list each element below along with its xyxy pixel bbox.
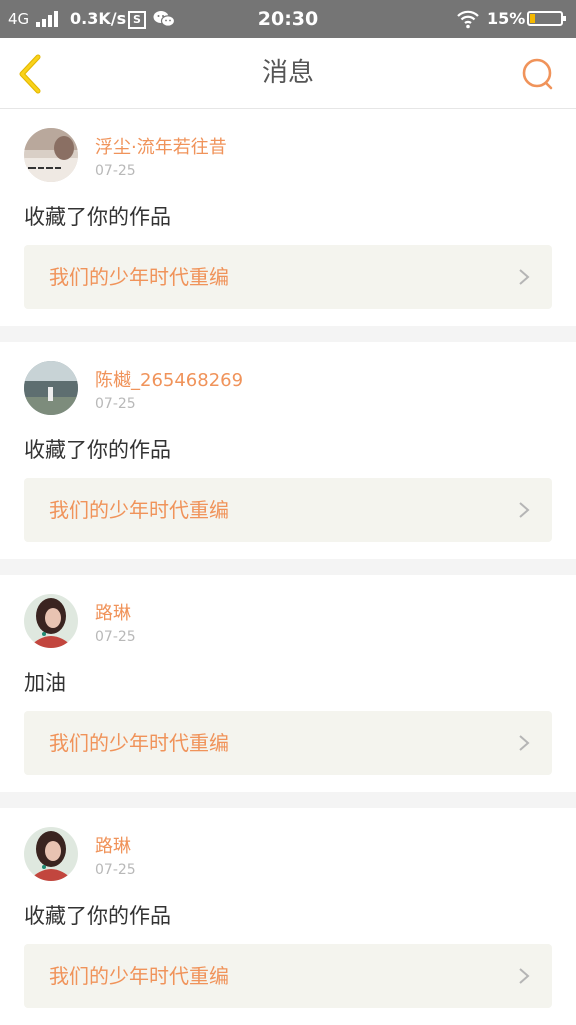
work-link[interactable]: 我们的少年时代重编: [24, 245, 552, 309]
username[interactable]: 路琳: [95, 599, 131, 625]
message-date: 07-25: [95, 629, 136, 645]
avatar[interactable]: [24, 128, 78, 182]
chevron-right-icon: [519, 735, 530, 751]
search-icon[interactable]: [520, 56, 556, 92]
work-title: 我们的少年时代重编: [49, 265, 229, 289]
message-list: 浮尘·流年若往昔 07-25 收藏了你的作品 我们的少年时代重编 陈樾_2654…: [0, 109, 576, 1025]
battery-percent: 15%: [487, 9, 526, 28]
avatar[interactable]: [24, 594, 78, 648]
avatar[interactable]: [24, 827, 78, 881]
divider: [0, 559, 576, 575]
avatar[interactable]: [24, 361, 78, 415]
message-item[interactable]: 浮尘·流年若往昔 07-25 收藏了你的作品 我们的少年时代重编: [0, 109, 576, 326]
message-text: 加油: [24, 671, 66, 695]
message-text: 收藏了你的作品: [24, 904, 171, 928]
message-date: 07-25: [95, 862, 136, 878]
battery-level: [530, 14, 535, 23]
chevron-right-icon: [519, 968, 530, 984]
work-link[interactable]: 我们的少年时代重编: [24, 478, 552, 542]
chevron-right-icon: [519, 269, 530, 285]
message-item[interactable]: 陈樾_265468269 07-25 收藏了你的作品 我们的少年时代重编: [0, 342, 576, 559]
divider: [0, 326, 576, 342]
work-title: 我们的少年时代重编: [49, 964, 229, 988]
work-link[interactable]: 我们的少年时代重编: [24, 944, 552, 1008]
message-text: 收藏了你的作品: [24, 205, 171, 229]
username[interactable]: 路琳: [95, 832, 131, 858]
page-title: 消息: [261, 58, 314, 88]
back-button[interactable]: [12, 52, 52, 96]
chevron-right-icon: [519, 502, 530, 518]
battery-icon: [527, 11, 566, 26]
work-title: 我们的少年时代重编: [49, 498, 229, 522]
username[interactable]: 浮尘·流年若往昔: [95, 133, 227, 159]
message-text: 收藏了你的作品: [24, 438, 171, 462]
work-link[interactable]: 我们的少年时代重编: [24, 711, 552, 775]
username[interactable]: 陈樾_265468269: [95, 366, 243, 392]
wifi-icon: [457, 10, 479, 29]
work-title: 我们的少年时代重编: [49, 731, 229, 755]
status-bar: 4G 0.3K/s S 20:30 15%: [0, 0, 576, 38]
message-date: 07-25: [95, 163, 136, 179]
message-date: 07-25: [95, 396, 136, 412]
message-item[interactable]: 路琳 07-25 加油 我们的少年时代重编: [0, 575, 576, 792]
message-item[interactable]: 路琳 07-25 收藏了你的作品 我们的少年时代重编: [0, 808, 576, 1025]
app-header: 消息: [0, 38, 576, 109]
divider: [0, 792, 576, 808]
